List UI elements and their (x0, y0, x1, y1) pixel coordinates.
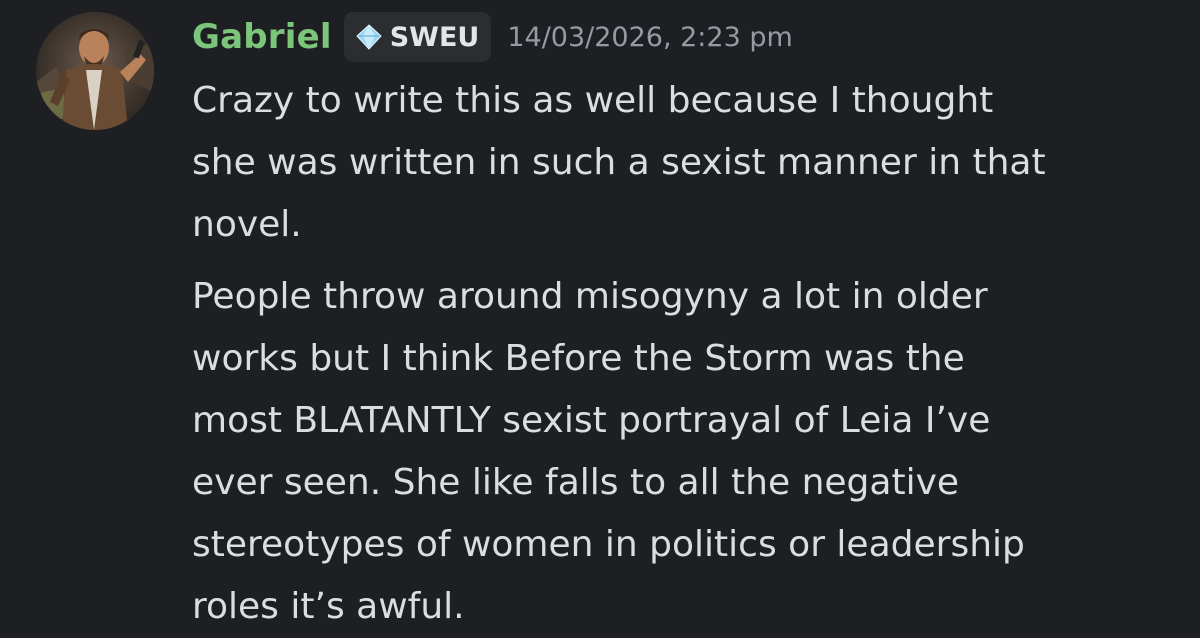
chat-message: Gabriel SWEU 14/03/2026, 2:23 pm Crazy t… (0, 0, 1200, 637)
message-body: Crazy to write this as well because I th… (192, 70, 1180, 638)
message-paragraph: Crazy to write this as well because I th… (192, 80, 1046, 245)
diamond-icon (356, 24, 382, 50)
server-tag[interactable]: SWEU (343, 12, 492, 62)
avatar[interactable] (36, 12, 154, 130)
avatar-image (36, 12, 154, 130)
message-content: Gabriel SWEU 14/03/2026, 2:23 pm Crazy t… (192, 0, 1180, 638)
server-tag-label: SWEU (389, 21, 480, 53)
message-timestamp[interactable]: 14/03/2026, 2:23 pm (507, 24, 792, 51)
message-header: Gabriel SWEU 14/03/2026, 2:23 pm (192, 0, 1180, 70)
author-name[interactable]: Gabriel (192, 20, 332, 54)
message-paragraph: People throw around misogyny a lot in ol… (192, 276, 1025, 627)
